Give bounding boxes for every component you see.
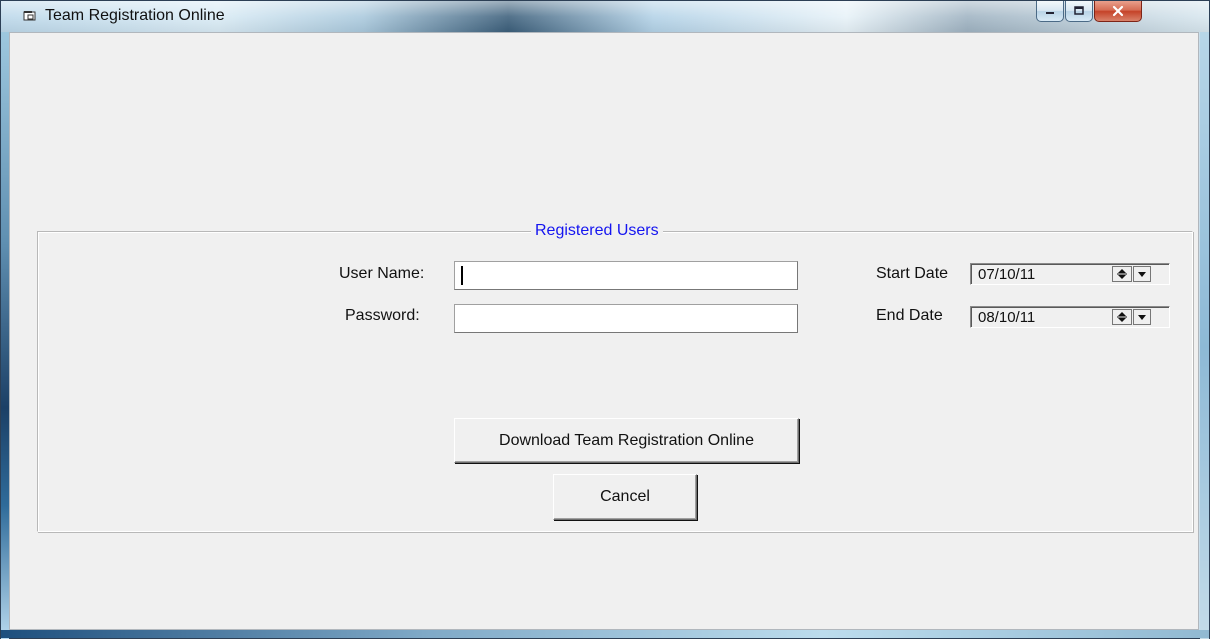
download-team-registration-button[interactable]: Download Team Registration Online — [454, 418, 799, 463]
maximize-icon — [1074, 6, 1084, 15]
minimize-icon — [1046, 12, 1054, 14]
team-registration-window: Team Registration Online Registered User… — [0, 0, 1210, 639]
cancel-button[interactable]: Cancel — [553, 474, 697, 520]
chevron-down-icon — [1138, 272, 1146, 277]
window-right-border — [1200, 31, 1209, 639]
start-date-dropdown[interactable] — [1133, 266, 1151, 282]
title-bar[interactable]: Team Registration Online — [1, 1, 1209, 32]
password-label: Password: — [345, 307, 420, 324]
window-app-icon — [23, 11, 36, 21]
text-caret — [461, 266, 463, 285]
registered-users-title: Registered Users — [531, 222, 663, 240]
start-date-picker[interactable]: 07/10/11 — [970, 263, 1170, 285]
end-date-spinner[interactable] — [1112, 309, 1132, 325]
dialog-client-area: Registered Users User Name: Password: St… — [9, 32, 1199, 630]
user-name-label: User Name: — [339, 265, 425, 282]
start-date-label: Start Date — [876, 265, 949, 282]
end-date-picker[interactable]: 08/10/11 — [970, 306, 1170, 328]
password-input[interactable] — [454, 304, 798, 333]
close-button[interactable] — [1094, 1, 1142, 22]
date-spinner-icon — [1117, 312, 1127, 322]
window-bottom-border — [1, 630, 1209, 638]
end-date-dropdown[interactable] — [1133, 309, 1151, 325]
window-title: Team Registration Online — [45, 7, 225, 24]
end-date-label: End Date — [876, 307, 943, 324]
caption-buttons — [1036, 1, 1194, 23]
start-date-value[interactable]: 07/10/11 — [978, 266, 1035, 283]
date-spinner-icon — [1117, 269, 1127, 279]
close-icon — [1112, 5, 1124, 17]
window-left-border — [1, 31, 9, 639]
start-date-spinner[interactable] — [1112, 266, 1132, 282]
minimize-button[interactable] — [1036, 1, 1064, 22]
end-date-value[interactable]: 08/10/11 — [978, 309, 1035, 326]
user-name-input[interactable] — [454, 261, 798, 290]
maximize-button[interactable] — [1065, 1, 1093, 22]
chevron-down-icon — [1138, 315, 1146, 320]
